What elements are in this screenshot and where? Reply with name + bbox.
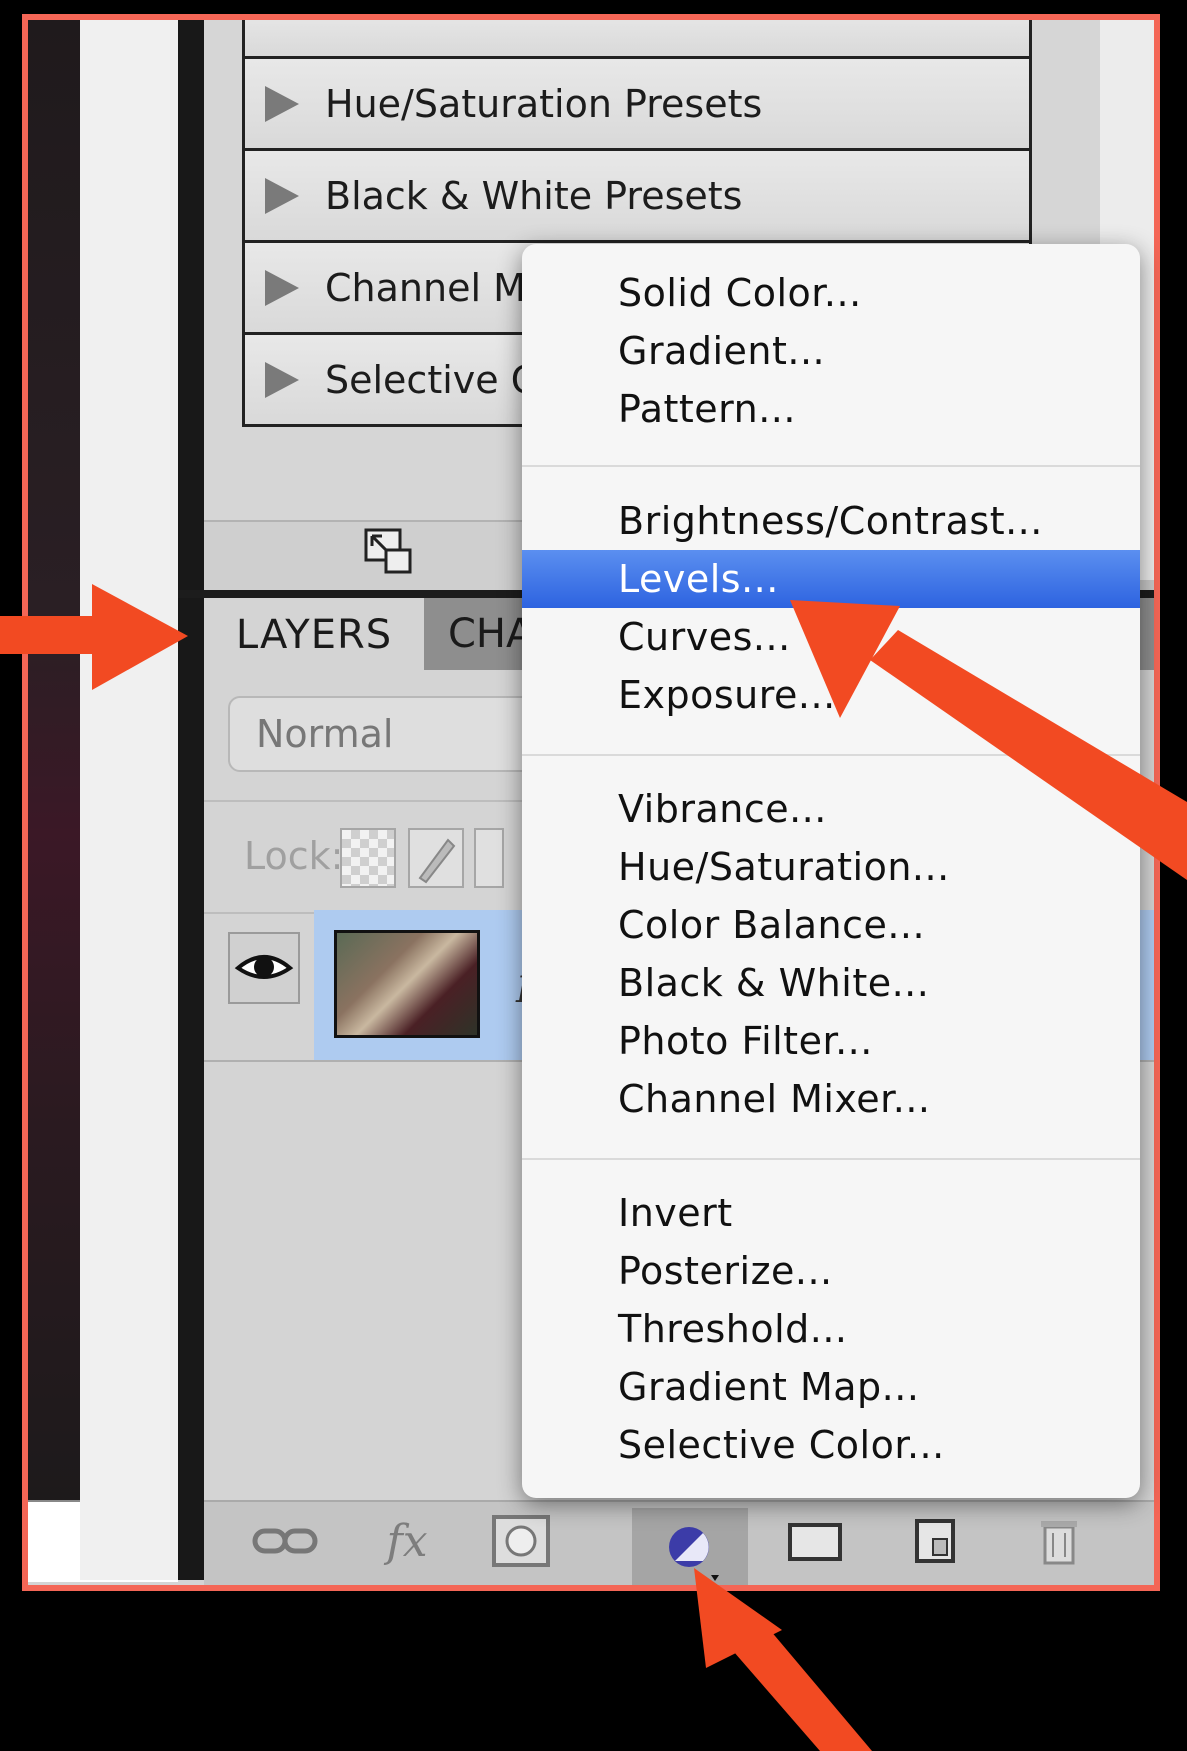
- menu-item-curves[interactable]: Curves...: [522, 608, 1140, 666]
- disclosure-triangle-icon: [265, 269, 299, 306]
- menu-item-pattern[interactable]: Pattern...: [522, 380, 1140, 438]
- eye-icon[interactable]: [228, 932, 300, 1004]
- lock-brush-icon[interactable]: [408, 828, 464, 888]
- panel-gutter: [80, 20, 180, 1580]
- menu-separator: [522, 754, 1140, 756]
- fx-icon[interactable]: fx: [372, 1508, 442, 1574]
- clip-to-layer-icon[interactable]: [364, 528, 414, 576]
- disclosure-triangle-icon: [265, 85, 299, 122]
- adjustment-layer-menu: Solid Color... Gradient... Pattern... Br…: [522, 244, 1140, 1498]
- new-adjustment-layer-icon: [669, 1527, 719, 1581]
- lock-label: Lock:: [244, 834, 344, 878]
- tab-layers[interactable]: LAYERS: [204, 598, 424, 672]
- preset-row-black-white[interactable]: Black & White Presets: [245, 148, 1029, 240]
- menu-item-gradient[interactable]: Gradient...: [522, 322, 1140, 380]
- menu-item-black-white[interactable]: Black & White...: [522, 954, 1140, 1012]
- menu-item-color-balance[interactable]: Color Balance...: [522, 896, 1140, 954]
- mask-icon[interactable]: [484, 1508, 558, 1574]
- new-layer-icon[interactable]: [900, 1508, 970, 1574]
- menu-item-selective-color[interactable]: Selective Color...: [522, 1416, 1140, 1474]
- preset-row-hue-saturation[interactable]: Hue/Saturation Presets: [245, 56, 1029, 148]
- preset-label: Selective C: [325, 357, 538, 402]
- menu-item-brightness-contrast[interactable]: Brightness/Contrast...: [522, 492, 1140, 550]
- preset-label: Channel M: [325, 265, 526, 310]
- arrow-to-adjustment-button: [694, 1568, 872, 1751]
- menu-item-photo-filter[interactable]: Photo Filter...: [522, 1012, 1140, 1070]
- menu-separator: [522, 465, 1140, 467]
- menu-item-gradient-map[interactable]: Gradient Map...: [522, 1358, 1140, 1416]
- menu-item-exposure[interactable]: Exposure...: [522, 666, 1140, 724]
- menu-item-posterize[interactable]: Posterize...: [522, 1242, 1140, 1300]
- new-adjustment-layer-button[interactable]: [632, 1508, 748, 1585]
- disclosure-triangle-icon: [265, 361, 299, 398]
- menu-item-solid-color[interactable]: Solid Color...: [522, 264, 1140, 322]
- menu-separator: [522, 1158, 1140, 1160]
- menu-item-channel-mixer[interactable]: Channel Mixer...: [522, 1070, 1140, 1128]
- folder-icon[interactable]: [780, 1508, 850, 1574]
- lock-transparency-icon[interactable]: [340, 828, 396, 888]
- preset-row-partial[interactable]: [245, 20, 1029, 56]
- preset-label: Hue/Saturation Presets: [325, 81, 763, 126]
- menu-item-levels[interactable]: Levels...: [522, 550, 1140, 608]
- canvas-photo-strip: [28, 20, 80, 1500]
- menu-item-invert[interactable]: Invert: [522, 1184, 1140, 1242]
- layer-thumbnail: [334, 930, 480, 1038]
- link-layers-icon[interactable]: [250, 1508, 320, 1574]
- lock-move-icon[interactable]: [474, 828, 504, 888]
- menu-item-hue-saturation[interactable]: Hue/Saturation...: [522, 838, 1140, 896]
- menu-item-vibrance[interactable]: Vibrance...: [522, 780, 1140, 838]
- disclosure-triangle-icon: [265, 177, 299, 214]
- trash-icon[interactable]: [1024, 1508, 1094, 1574]
- panel-divider: [178, 20, 204, 1580]
- menu-item-threshold[interactable]: Threshold...: [522, 1300, 1140, 1358]
- preset-label: Black & White Presets: [325, 173, 743, 218]
